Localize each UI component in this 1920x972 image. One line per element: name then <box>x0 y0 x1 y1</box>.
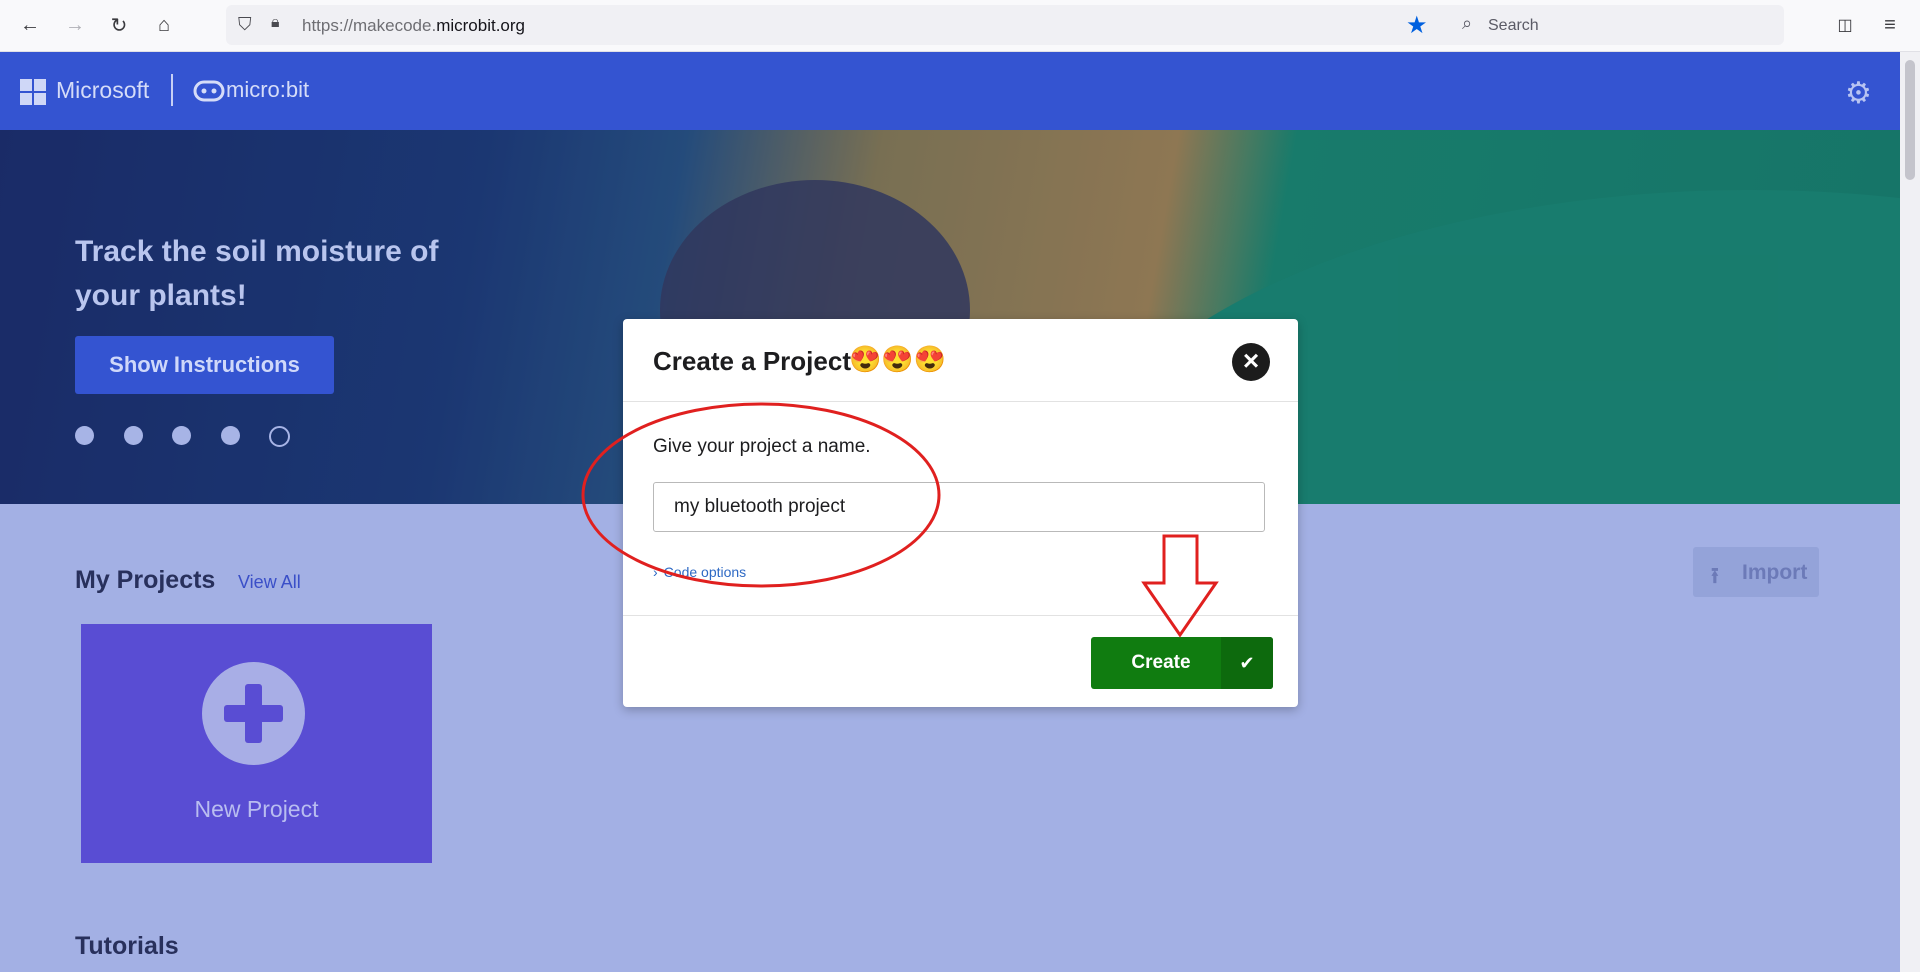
carousel-dot-2[interactable] <box>124 426 143 445</box>
carousel-dot-1[interactable] <box>75 426 94 445</box>
pocket-icon[interactable]: ◫ <box>1833 13 1857 37</box>
chevron-right-icon: › <box>653 564 658 580</box>
product-name[interactable]: micro:bit <box>226 77 309 103</box>
back-icon[interactable]: ← <box>18 13 42 37</box>
address-bar[interactable]: ⛉ 🔒︎ https://makecode.microbit.org ★ <box>226 5 1466 45</box>
import-button[interactable]: ⭱ Import <box>1693 547 1819 597</box>
code-options-toggle[interactable]: › Code options <box>653 564 746 580</box>
forward-icon[interactable]: → <box>63 13 87 37</box>
checkmark-icon: ✔ <box>1221 637 1273 689</box>
dialog-footer-divider <box>623 615 1298 616</box>
brand-name[interactable]: Microsoft <box>56 77 149 104</box>
page-scrollbar[interactable] <box>1900 52 1920 972</box>
code-options-label: Code options <box>663 564 747 580</box>
browser-toolbar: ← → ↻ ⌂ ⛉ 🔒︎ https://makecode.microbit.o… <box>0 0 1920 52</box>
url-domain: microbit.org <box>436 16 525 35</box>
home-icon[interactable]: ⌂ <box>152 13 176 37</box>
heart-eyes-emojis: 😍😍😍 <box>849 344 947 374</box>
url-text[interactable]: https://makecode.microbit.org <box>302 16 525 36</box>
view-all-link[interactable]: View All <box>238 572 301 593</box>
reload-icon[interactable]: ↻ <box>107 13 131 37</box>
create-label: Create <box>1131 652 1191 673</box>
dialog-header: Create a Project 😍😍😍 × <box>623 319 1298 402</box>
browser-search-bar[interactable]: ⌕ Search <box>1450 5 1784 45</box>
dialog-prompt: Give your project a name. <box>653 436 871 457</box>
new-project-label: New Project <box>194 796 319 822</box>
carousel-dot-3[interactable] <box>172 426 191 445</box>
upload-icon: ⭱ <box>1711 563 1719 588</box>
url-prefix: https://makecode. <box>302 16 437 35</box>
shield-icon[interactable]: ⛉ <box>238 14 252 35</box>
close-icon[interactable]: × <box>1232 343 1270 381</box>
plus-icon <box>202 662 305 765</box>
dialog-title: Create a Project <box>653 346 851 376</box>
search-icon: ⌕ <box>1462 13 1473 33</box>
import-label: Import <box>1742 561 1808 584</box>
carousel-dot-5[interactable] <box>269 426 290 447</box>
show-instructions-button[interactable]: Show Instructions <box>75 336 334 394</box>
bookmark-star-icon[interactable]: ★ <box>1406 11 1428 40</box>
tutorials-heading: Tutorials <box>75 932 179 960</box>
makecode-header: Microsoft micro:bit ⚙ <box>0 52 1900 130</box>
create-project-dialog: Create a Project 😍😍😍 × Give your project… <box>623 319 1298 707</box>
create-button[interactable]: Create ✔ <box>1091 637 1273 689</box>
menu-icon[interactable]: ≡ <box>1878 13 1902 37</box>
new-project-card[interactable]: New Project <box>81 624 432 863</box>
search-placeholder: Search <box>1488 17 1539 34</box>
microbit-logo-icon[interactable] <box>193 80 225 102</box>
carousel-dot-4[interactable] <box>221 426 240 445</box>
settings-gear-icon[interactable]: ⚙ <box>1845 79 1872 109</box>
my-projects-heading: My Projects <box>75 566 216 594</box>
microsoft-logo-icon[interactable] <box>20 79 46 105</box>
hero-title: Track the soil moisture of your plants! <box>75 235 439 312</box>
project-name-input[interactable] <box>653 482 1265 532</box>
header-divider <box>171 74 173 106</box>
scrollbar-thumb[interactable] <box>1905 60 1915 180</box>
lock-icon[interactable]: 🔒︎ <box>271 14 280 32</box>
